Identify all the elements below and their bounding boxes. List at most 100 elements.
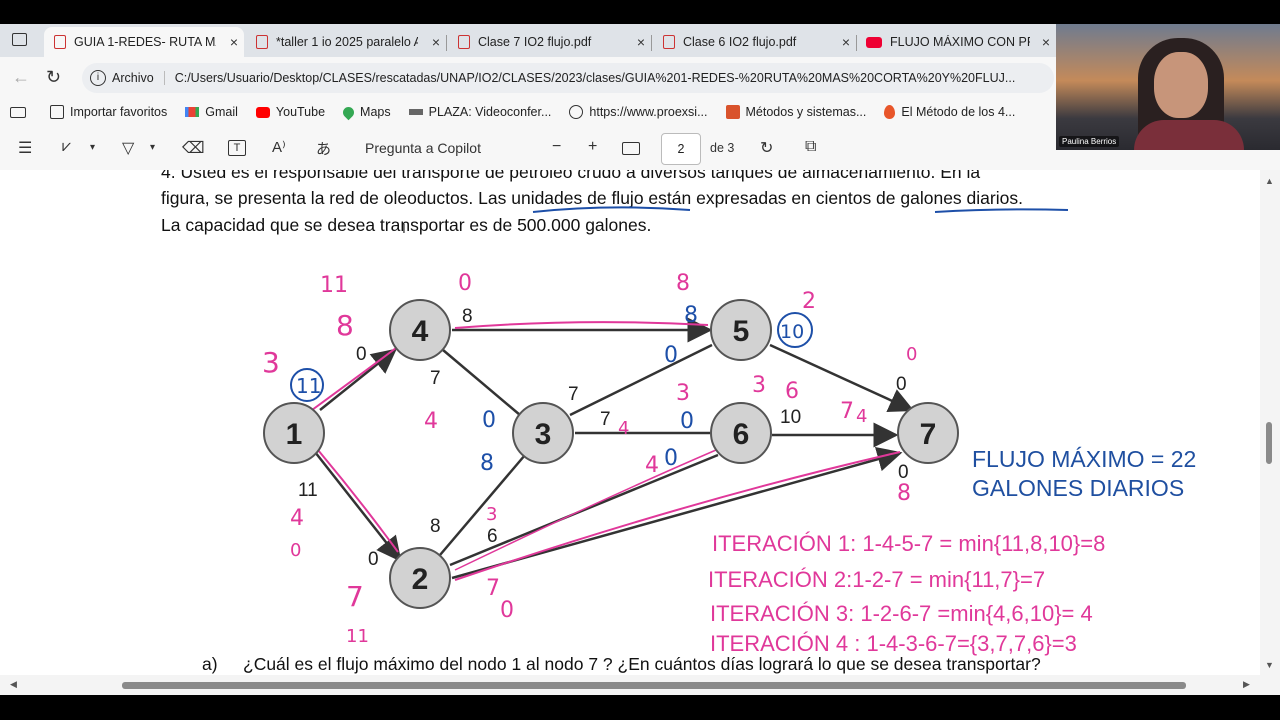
tab-clase7[interactable]: Clase 7 IO2 flujo.pdf × bbox=[448, 27, 652, 57]
capacity-label: 0 bbox=[896, 374, 907, 395]
favorite-label: Importar favoritos bbox=[70, 105, 168, 119]
edge-4-3 bbox=[442, 349, 521, 416]
chevron-down-icon[interactable]: ▾ bbox=[90, 142, 95, 153]
favorite-import[interactable]: Importar favoritos bbox=[50, 105, 167, 119]
close-tab-icon[interactable]: × bbox=[637, 34, 645, 50]
page-view-icon[interactable]: ⧉ bbox=[805, 138, 816, 156]
capacity-label: 0 bbox=[368, 549, 379, 570]
iteration-1: ITERACIÓN 1: 1-4-5-7 = min{11,8,10}=8 bbox=[712, 531, 1106, 556]
favorite-metodo4[interactable]: El Método de los 4... bbox=[884, 105, 1015, 119]
vertical-scrollbar[interactable]: ▲ ▼ bbox=[1260, 170, 1280, 675]
scroll-up-icon[interactable]: ▲ bbox=[1265, 176, 1274, 186]
eraser-icon[interactable]: ⌫ bbox=[182, 138, 205, 158]
close-tab-icon[interactable]: × bbox=[842, 34, 850, 50]
vertical-scroll-thumb[interactable] bbox=[1266, 422, 1272, 464]
tab-actions-icon[interactable] bbox=[12, 33, 27, 46]
handwritten-mark: 0 bbox=[664, 343, 678, 368]
reload-icon[interactable]: ↻ bbox=[46, 67, 61, 88]
favorite-maps[interactable]: Maps bbox=[340, 104, 391, 120]
tab-taller[interactable]: *taller 1 io 2025 paralelo A × bbox=[246, 27, 447, 57]
contents-icon[interactable]: ☰ bbox=[18, 138, 32, 158]
node-3: 3 bbox=[512, 402, 574, 464]
tab-guia[interactable]: GUIA 1-REDES- RUTA MAS × bbox=[44, 27, 244, 57]
favorite-label: PLAZA: Videoconfer... bbox=[428, 105, 552, 119]
node-label: 7 bbox=[920, 418, 937, 451]
iteration-3: ITERACIÓN 3: 1-2-6-7 =min{4,6,10}= 4 bbox=[710, 601, 1093, 626]
bottom-black-bar bbox=[0, 695, 1280, 720]
tab-strip: GUIA 1-REDES- RUTA MAS × *taller 1 io 20… bbox=[0, 24, 1056, 57]
tab-youtube-flujo[interactable]: FLUJO MÁXIMO CON PRO × bbox=[856, 27, 1056, 57]
handwritten-mark: 0 bbox=[500, 598, 514, 623]
node-label: 5 bbox=[733, 315, 750, 348]
handwritten-mark: 4 bbox=[645, 453, 659, 478]
handwritten-mark: 0 bbox=[680, 409, 694, 434]
page-total: de 3 bbox=[710, 141, 735, 155]
read-aloud-icon[interactable]: A⁾ bbox=[272, 138, 286, 156]
capacity-label: 7 bbox=[430, 368, 441, 389]
favorite-youtube[interactable]: YouTube bbox=[255, 105, 325, 119]
favorites-menu-icon[interactable] bbox=[10, 106, 26, 118]
address-scheme: Archivo bbox=[112, 71, 165, 85]
tab-label: *taller 1 io 2025 paralelo A bbox=[276, 35, 418, 49]
bookmark-icon bbox=[725, 105, 740, 119]
pdf-page: 4. Usted es el responsable del transport… bbox=[0, 170, 1260, 675]
scroll-left-icon[interactable]: ◀ bbox=[10, 679, 17, 690]
address-bar[interactable]: i Archivo C:/Users/Usuario/Desktop/CLASE… bbox=[82, 63, 1054, 93]
info-icon[interactable]: i bbox=[90, 70, 106, 86]
favorite-proexsi[interactable]: https://www.proexsi... bbox=[569, 105, 708, 119]
rotate-icon[interactable]: ↻ bbox=[760, 138, 773, 158]
node-label: 6 bbox=[733, 418, 750, 451]
flow-path-mark bbox=[454, 321, 709, 329]
node-label: 1 bbox=[286, 418, 303, 451]
textbox-icon[interactable]: T bbox=[228, 140, 246, 156]
node-5: 5 bbox=[710, 299, 772, 361]
page-number-input[interactable]: 2 bbox=[661, 133, 701, 165]
scroll-down-icon[interactable]: ▼ bbox=[1265, 660, 1274, 670]
scroll-right-icon[interactable]: ▶ bbox=[1243, 679, 1250, 690]
youtube-icon bbox=[866, 36, 882, 48]
maps-icon bbox=[340, 104, 357, 120]
question-a-text: ¿Cuál es el flujo máximo del nodo 1 al n… bbox=[243, 654, 1041, 674]
presenter-name: Paulina Berrios bbox=[1059, 136, 1120, 147]
globe-icon bbox=[569, 105, 584, 119]
favorite-metodos[interactable]: Métodos y sistemas... bbox=[725, 105, 867, 119]
node-7: 7 bbox=[897, 402, 959, 464]
node-4: 4 bbox=[389, 299, 451, 361]
favorite-label: Métodos y sistemas... bbox=[745, 105, 867, 119]
capacity-label: 8 bbox=[462, 306, 473, 327]
tab-label: Clase 6 IO2 flujo.pdf bbox=[683, 35, 797, 49]
close-tab-icon[interactable]: × bbox=[230, 34, 238, 50]
draw-icon[interactable]: ▽ bbox=[122, 138, 134, 158]
favorite-label: El Método de los 4... bbox=[901, 105, 1016, 119]
favorite-gmail[interactable]: Gmail bbox=[185, 105, 238, 119]
capacity-label: 7 bbox=[600, 409, 611, 430]
zoom-in-button[interactable]: + bbox=[588, 138, 597, 156]
tab-separator bbox=[651, 35, 652, 51]
favorite-plaza[interactable]: PLAZA: Videoconfer... bbox=[408, 105, 552, 119]
horizontal-scroll-thumb[interactable] bbox=[122, 682, 1186, 689]
back-icon[interactable]: ← bbox=[12, 67, 30, 88]
underline-mark bbox=[934, 208, 1069, 213]
tab-clase6[interactable]: Clase 6 IO2 flujo.pdf × bbox=[653, 27, 857, 57]
capacity-label: 11 bbox=[298, 480, 318, 501]
translate-icon[interactable]: あ bbox=[316, 138, 331, 159]
handwritten-mark: 0 bbox=[482, 408, 496, 433]
highlight-icon[interactable]: ⩗ bbox=[62, 138, 71, 156]
chevron-down-icon[interactable]: ▾ bbox=[150, 142, 155, 153]
underline-mark bbox=[532, 206, 691, 213]
iteration-2: ITERACIÓN 2:1-2-7 = min{11,7}=7 bbox=[708, 567, 1046, 592]
copilot-button[interactable]: Pregunta a Copilot bbox=[365, 140, 481, 156]
zoom-out-button[interactable]: − bbox=[552, 138, 561, 156]
node-label: 2 bbox=[412, 563, 429, 596]
address-url[interactable]: C:/Users/Usuario/Desktop/CLASES/rescatad… bbox=[175, 71, 1016, 85]
fit-page-icon[interactable] bbox=[622, 142, 640, 155]
favorite-label: Gmail bbox=[205, 105, 238, 119]
presenter-body bbox=[1134, 120, 1244, 150]
capacity-label: 0 bbox=[356, 344, 367, 365]
node-1: 1 bbox=[263, 402, 325, 464]
close-tab-icon[interactable]: × bbox=[432, 34, 440, 50]
handwritten-mark: 8 bbox=[684, 303, 698, 328]
close-tab-icon[interactable]: × bbox=[1042, 34, 1050, 50]
handwritten-mark: 11 bbox=[346, 626, 369, 647]
horizontal-scrollbar[interactable]: ◀ ▶ bbox=[0, 675, 1260, 695]
